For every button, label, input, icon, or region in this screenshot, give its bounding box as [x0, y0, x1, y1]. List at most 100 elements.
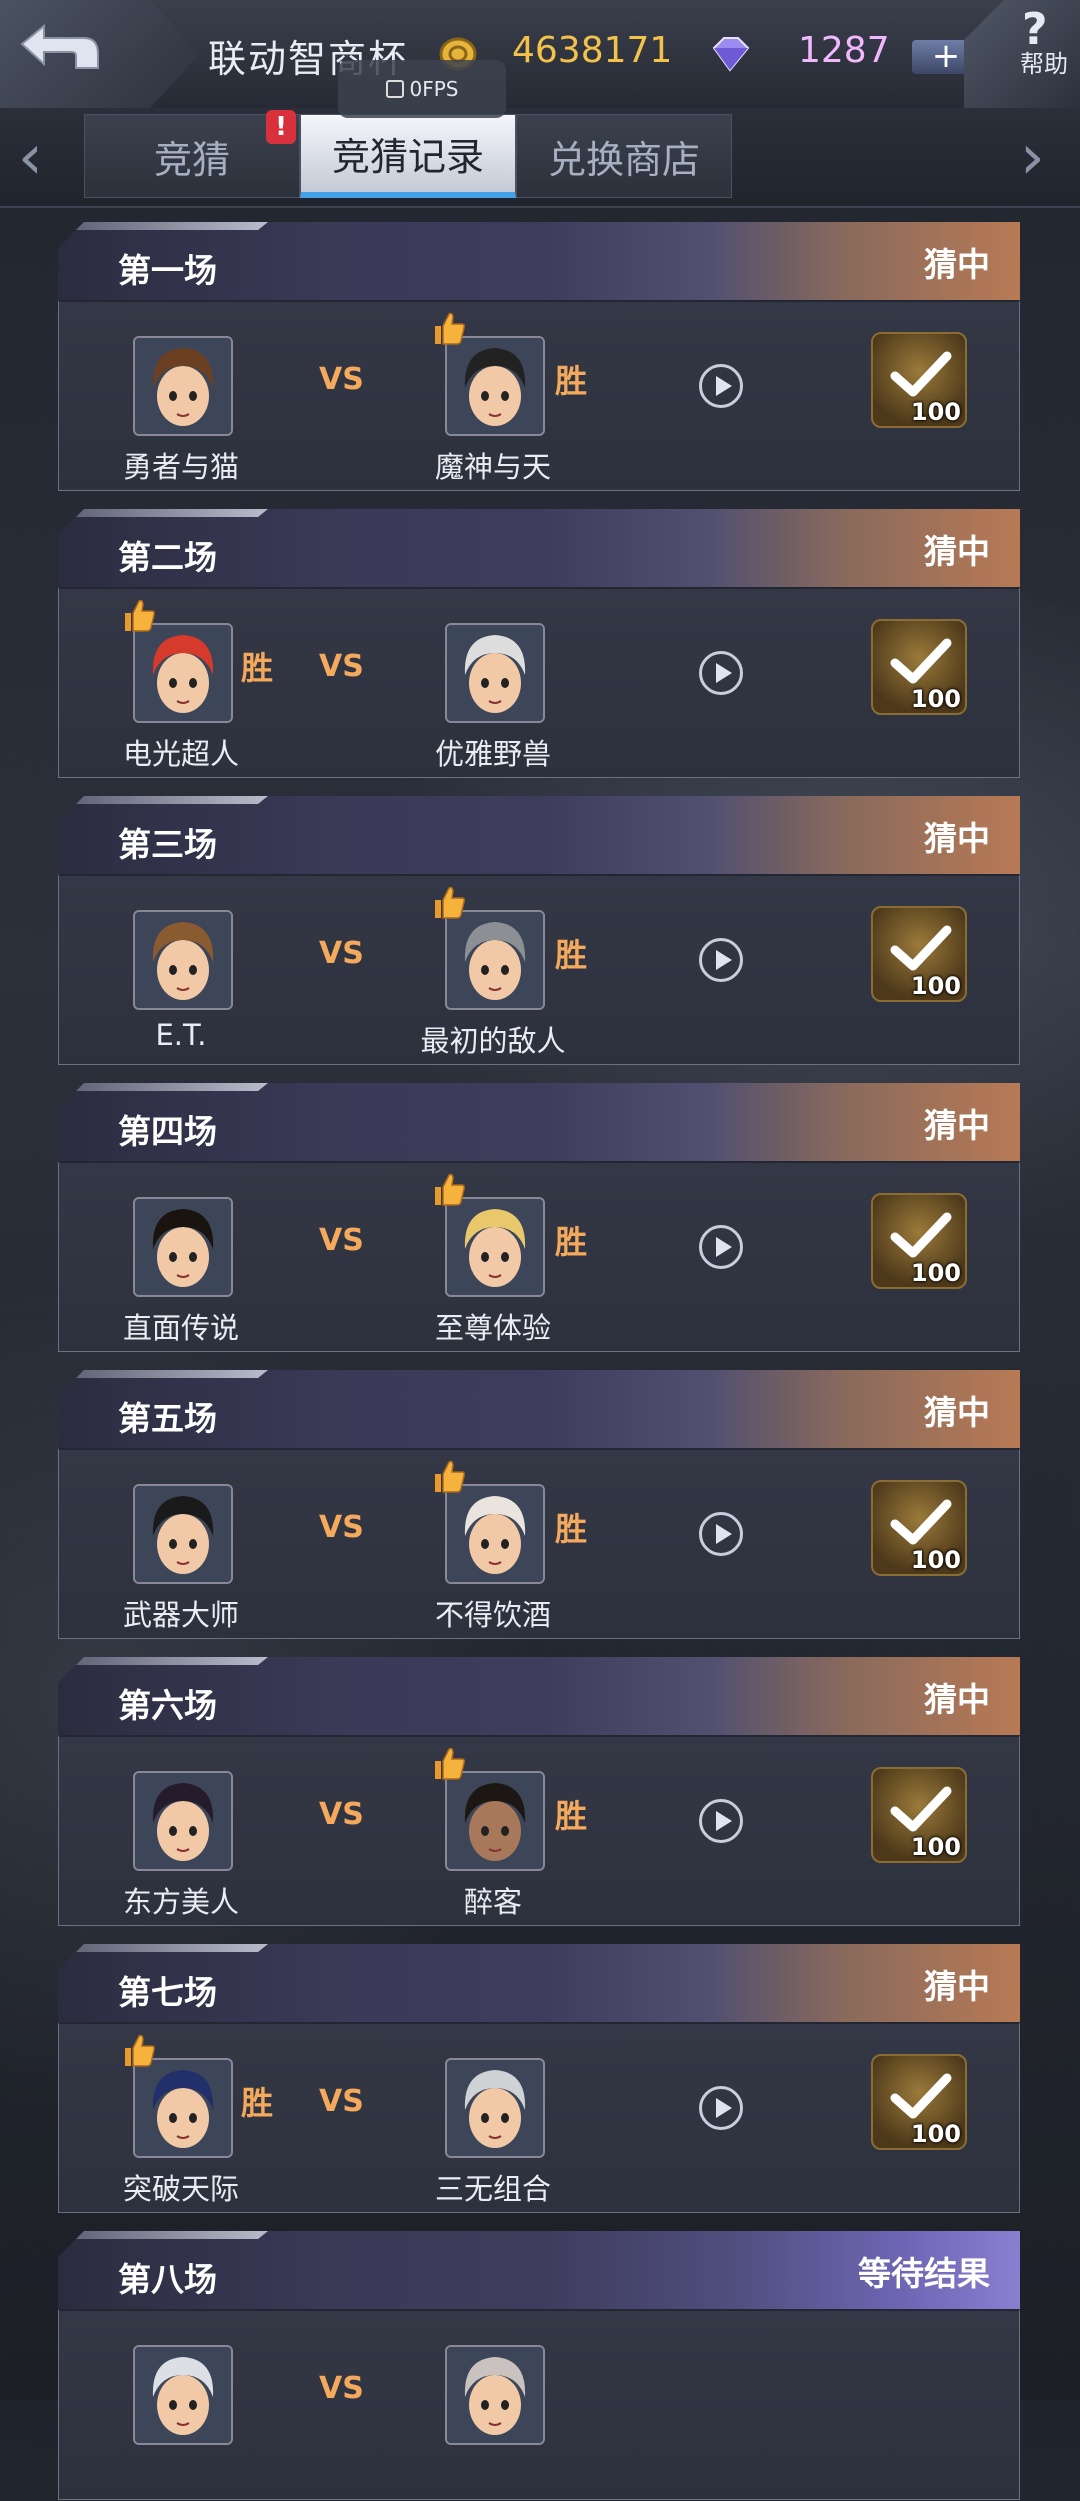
- reward-item[interactable]: 100: [871, 332, 967, 428]
- match-card: 第四场 猜中 VS 直面传说 至尊体验 胜 100: [58, 1083, 1020, 1353]
- winner-label: 胜: [555, 936, 588, 974]
- match-body: VS 勇者与猫 魔神与天 胜 100: [58, 300, 1020, 491]
- left-team-avatar[interactable]: [133, 623, 233, 723]
- match-body: VS E.T. 最初的敌人 胜 100: [58, 874, 1020, 1065]
- right-team-avatar[interactable]: [445, 2058, 545, 2158]
- left-team-name: 直面传说: [122, 1311, 239, 1345]
- thumbs-up-icon: [121, 597, 157, 633]
- winner-label: 胜: [555, 1223, 588, 1261]
- left-team-name: 武器大师: [122, 1598, 239, 1632]
- winner-label: 胜: [555, 1797, 588, 1835]
- header-stripe: [76, 1657, 268, 1665]
- vs-label: VS: [319, 362, 364, 397]
- match-name: 第七场: [118, 1973, 217, 2012]
- header-stripe: [76, 796, 268, 804]
- match-card: 第一场 猜中 VS 勇者与猫 魔神与天 胜 100: [58, 222, 1020, 492]
- right-team-name: 至尊体验: [434, 1311, 551, 1345]
- prev-arrow-icon[interactable]: ‹: [18, 122, 43, 192]
- thumbs-up-icon: [121, 2032, 157, 2068]
- reward-count: 100: [910, 1546, 961, 1574]
- play-replay-button[interactable]: [699, 651, 743, 695]
- tab-exchange-shop[interactable]: 兑换商店: [516, 114, 732, 198]
- reward-count: 100: [910, 398, 961, 426]
- play-replay-button[interactable]: [699, 1225, 743, 1269]
- match-card: 第五场 猜中 VS 武器大师 不得饮酒 胜 100: [58, 1370, 1020, 1640]
- fps-icon: [385, 80, 404, 98]
- back-arrow-icon: [20, 23, 99, 69]
- right-team-avatar[interactable]: [445, 1197, 545, 1297]
- match-card: 第六场 猜中 VS 东方美人 醉客 胜 100: [58, 1657, 1020, 1927]
- right-team-avatar[interactable]: [445, 1484, 545, 1584]
- match-result: 猜中: [924, 245, 990, 284]
- left-team-avatar[interactable]: [133, 2345, 233, 2445]
- match-result: 猜中: [924, 1393, 990, 1432]
- right-team-avatar[interactable]: [445, 623, 545, 723]
- reward-item[interactable]: 100: [871, 1193, 967, 1289]
- diamond-balance: 1287: [798, 30, 890, 71]
- winner-label: 胜: [241, 2084, 274, 2122]
- left-team-avatar[interactable]: [133, 1484, 233, 1584]
- play-replay-button[interactable]: [699, 2086, 743, 2130]
- match-result: 猜中: [924, 1967, 990, 2006]
- reward-item[interactable]: 100: [871, 2054, 967, 2150]
- left-team-avatar[interactable]: [133, 2058, 233, 2158]
- reward-count: 100: [910, 685, 961, 713]
- match-body: VS 电光超人 优雅野兽 胜 100: [58, 587, 1020, 778]
- thumbs-up-icon: [431, 1171, 467, 1207]
- right-team-avatar[interactable]: [445, 1771, 545, 1871]
- header-stripe: [76, 1083, 268, 1091]
- play-replay-button[interactable]: [699, 1512, 743, 1556]
- right-team-avatar[interactable]: [445, 910, 545, 1010]
- reward-item[interactable]: 100: [871, 1480, 967, 1576]
- left-team-avatar[interactable]: [133, 1771, 233, 1871]
- left-team-name: 东方美人: [122, 1885, 239, 1919]
- left-team-avatar[interactable]: [133, 910, 233, 1010]
- thumbs-up-icon: [431, 1745, 467, 1781]
- tab-guess-record[interactable]: 竞猜记录: [300, 114, 516, 198]
- left-team-name: 勇者与猫: [122, 450, 239, 484]
- match-result: 猜中: [924, 1680, 990, 1719]
- match-name: 第二场: [118, 538, 217, 577]
- left-team-name: 突破天际: [122, 2172, 239, 2206]
- right-team-avatar[interactable]: [445, 2345, 545, 2445]
- reward-item[interactable]: 100: [871, 906, 967, 1002]
- vs-label: VS: [319, 1797, 364, 1832]
- vs-label: VS: [319, 1223, 364, 1258]
- next-arrow-icon[interactable]: ›: [1020, 122, 1045, 192]
- match-card: 第三场 猜中 VS E.T. 最初的敌人 胜 100: [58, 796, 1020, 1066]
- match-name: 第六场: [118, 1686, 217, 1725]
- match-name: 第四场: [118, 1112, 217, 1151]
- match-name: 第五场: [118, 1399, 217, 1438]
- fps-label: 0FPS: [409, 77, 459, 101]
- vs-label: VS: [319, 649, 364, 684]
- coin-balance: 4638171: [512, 30, 673, 71]
- help-label: 帮助: [1020, 50, 1068, 78]
- reward-count: 100: [910, 2120, 961, 2148]
- match-result: 猜中: [924, 1106, 990, 1145]
- header-stripe: [76, 222, 268, 230]
- play-replay-button[interactable]: [699, 1799, 743, 1843]
- right-team-name: 优雅野兽: [434, 737, 551, 771]
- thumbs-up-icon: [431, 310, 467, 346]
- header-stripe: [76, 1370, 268, 1378]
- top-bar: 联动智商杯 4638171 1287 + ? 帮助: [0, 0, 1080, 110]
- right-team-avatar[interactable]: [445, 336, 545, 436]
- back-button[interactable]: [0, 0, 200, 108]
- reward-count: 100: [910, 1833, 961, 1861]
- match-name: 第三场: [118, 825, 217, 864]
- match-card: 第二场 猜中 VS 电光超人 优雅野兽 胜 100: [58, 509, 1020, 779]
- left-team-avatar[interactable]: [133, 1197, 233, 1297]
- vs-label: VS: [319, 2084, 364, 2119]
- right-team-name: 醉客: [463, 1885, 522, 1919]
- left-team-name: E.T.: [155, 1018, 207, 1052]
- play-replay-button[interactable]: [699, 938, 743, 982]
- match-name: 第一场: [118, 251, 217, 290]
- left-team-avatar[interactable]: [133, 336, 233, 436]
- reward-item[interactable]: 100: [871, 1767, 967, 1863]
- match-body: VS 突破天际 三无组合 胜 100: [58, 2022, 1020, 2213]
- match-card: 第八场 等待结果 VS: [58, 2231, 1020, 2501]
- right-team-name: 最初的敌人: [420, 1024, 566, 1058]
- header-stripe: [76, 2231, 268, 2239]
- play-replay-button[interactable]: [699, 364, 743, 408]
- reward-item[interactable]: 100: [871, 619, 967, 715]
